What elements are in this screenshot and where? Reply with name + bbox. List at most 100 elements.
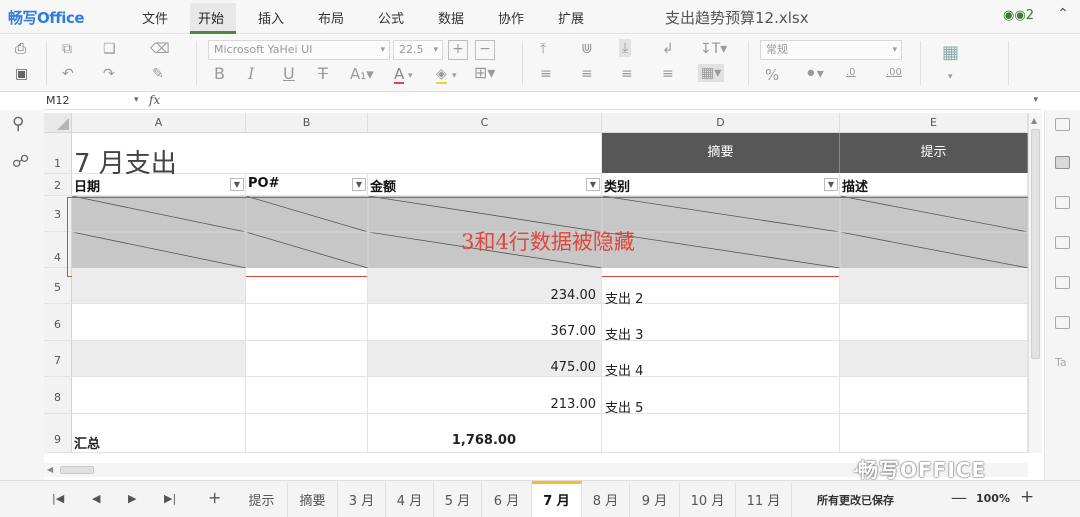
- filter-dropdown-icon[interactable]: ▼: [352, 178, 366, 191]
- row-header-6[interactable]: 6: [44, 304, 72, 341]
- sheet-tab-apr[interactable]: 4 月: [386, 481, 434, 517]
- first-sheet-icon[interactable]: |◀: [52, 492, 64, 505]
- align-left-icon[interactable]: ≡: [540, 66, 552, 82]
- column-header-b[interactable]: B: [246, 113, 368, 133]
- scroll-thumb[interactable]: [1031, 129, 1040, 359]
- cell-b5[interactable]: [246, 268, 368, 304]
- row-header-7[interactable]: 7: [44, 341, 72, 377]
- collapse-ribbon-icon[interactable]: ⌃: [1057, 6, 1069, 22]
- font-color-icon[interactable]: A: [394, 66, 405, 84]
- italic-icon[interactable]: I: [248, 66, 254, 82]
- cell-settings-icon[interactable]: [1055, 118, 1070, 131]
- clear-format-icon[interactable]: ⌫: [150, 41, 170, 57]
- cell-e6[interactable]: [840, 304, 1028, 341]
- sheet-tab-oct[interactable]: 10 月: [680, 481, 736, 517]
- align-center-icon[interactable]: ≡: [581, 66, 593, 82]
- chart-settings-icon[interactable]: [1055, 276, 1070, 289]
- column-header-a[interactable]: A: [72, 113, 246, 133]
- align-bottom-icon[interactable]: ⤓: [619, 39, 632, 57]
- currency-icon[interactable]: ⚫▾: [805, 66, 824, 82]
- undo-icon[interactable]: ↶: [62, 66, 74, 82]
- select-all-corner[interactable]: [44, 113, 72, 133]
- cell-b6[interactable]: [246, 304, 368, 341]
- font-name-select[interactable]: Microsoft YaHei UI ▾: [208, 40, 390, 60]
- redo-icon[interactable]: ↷: [103, 66, 115, 82]
- chevron-down-icon[interactable]: ▾: [134, 95, 139, 105]
- number-format-select[interactable]: 常规 ▾: [760, 40, 902, 60]
- underline-icon[interactable]: U: [283, 66, 295, 82]
- chevron-down-icon[interactable]: ▾: [408, 68, 413, 84]
- text-orientation-icon[interactable]: ↧T▾: [700, 41, 727, 57]
- scroll-thumb[interactable]: [60, 466, 94, 474]
- increase-font-button[interactable]: +: [448, 40, 468, 60]
- filter-dropdown-icon[interactable]: ▼: [824, 178, 838, 191]
- sheet-tab-may[interactable]: 5 月: [434, 481, 482, 517]
- sheet-tab-jun[interactable]: 6 月: [482, 481, 532, 517]
- search-icon[interactable]: ⚲: [12, 114, 24, 134]
- row-header-8[interactable]: 8: [44, 377, 72, 414]
- sheet-tab-jul[interactable]: 7 月: [532, 481, 582, 517]
- cell-e7[interactable]: [840, 341, 1028, 377]
- text-settings-icon[interactable]: [1055, 316, 1070, 329]
- sheet-tab-aug[interactable]: 8 月: [582, 481, 630, 517]
- function-icon[interactable]: fx: [149, 93, 160, 107]
- decrease-font-button[interactable]: −: [475, 40, 495, 60]
- table-style-icon[interactable]: ▦: [942, 44, 959, 62]
- filter-dropdown-icon[interactable]: ▼: [230, 178, 244, 191]
- cell-e5[interactable]: [840, 268, 1028, 304]
- add-sheet-button[interactable]: +: [208, 488, 221, 507]
- cell-a8[interactable]: [72, 377, 246, 414]
- summary-header-cell[interactable]: 摘要: [602, 133, 840, 173]
- scroll-up-icon[interactable]: ▲: [1031, 116, 1037, 125]
- print-icon[interactable]: ⎙: [15, 41, 26, 57]
- cell-a7[interactable]: [72, 341, 246, 377]
- cell-e9[interactable]: [840, 414, 1028, 453]
- percent-icon[interactable]: %: [765, 67, 779, 83]
- sheet-tab-mar[interactable]: 3 月: [338, 481, 386, 517]
- menu-file[interactable]: 文件: [142, 8, 168, 27]
- cell-d2[interactable]: [602, 174, 840, 196]
- chevron-down-icon[interactable]: ▾: [452, 68, 457, 84]
- decrease-decimal-icon[interactable]: .00: [886, 65, 902, 81]
- menu-data[interactable]: 数据: [438, 8, 464, 27]
- zoom-out-button[interactable]: —: [951, 488, 967, 507]
- cell-c2[interactable]: [368, 174, 602, 196]
- collaborators-button[interactable]: ◉◉2: [1003, 8, 1034, 23]
- column-header-d[interactable]: D: [602, 113, 840, 133]
- cell-a5[interactable]: [72, 268, 246, 304]
- paste-icon[interactable]: ❏: [103, 41, 116, 57]
- comment-icon[interactable]: ☍: [12, 152, 29, 172]
- align-middle-icon[interactable]: ⋓: [581, 41, 593, 57]
- format-painter-icon[interactable]: ✎: [152, 66, 164, 82]
- prev-sheet-icon[interactable]: ◀: [92, 492, 100, 505]
- cell-reference-box[interactable]: M12: [46, 94, 70, 107]
- filter-dropdown-icon[interactable]: ▼: [586, 178, 600, 191]
- subscript-icon[interactable]: A₁▾: [350, 66, 374, 82]
- textart-settings-icon[interactable]: Ta: [1055, 356, 1067, 369]
- vertical-scrollbar[interactable]: ▲: [1028, 113, 1042, 453]
- wrap-text-icon[interactable]: ↲: [662, 41, 674, 57]
- cell-a6[interactable]: [72, 304, 246, 341]
- menu-extend[interactable]: 扩展: [558, 8, 584, 27]
- bold-icon[interactable]: B: [214, 66, 225, 82]
- cell-d9[interactable]: [602, 414, 840, 453]
- cell-e2[interactable]: [840, 174, 1028, 196]
- cell-b7[interactable]: [246, 341, 368, 377]
- menu-collaborate[interactable]: 协作: [498, 8, 524, 27]
- cell-b8[interactable]: [246, 377, 368, 414]
- column-header-e[interactable]: E: [840, 113, 1028, 133]
- row-header-9[interactable]: 9: [44, 414, 72, 453]
- menu-home[interactable]: 开始: [198, 8, 224, 27]
- cell-b9[interactable]: [246, 414, 368, 453]
- last-sheet-icon[interactable]: ▶|: [164, 492, 176, 505]
- zoom-in-button[interactable]: +: [1020, 487, 1034, 507]
- row-header-2[interactable]: 2: [44, 174, 72, 196]
- zoom-level[interactable]: 100%: [976, 492, 1010, 505]
- sheet-tab-sep[interactable]: 9 月: [630, 481, 680, 517]
- justify-icon[interactable]: ≡: [662, 66, 674, 82]
- image-settings-icon[interactable]: [1055, 236, 1070, 249]
- sheet-tab-summary[interactable]: 摘要: [288, 481, 338, 517]
- menu-formula[interactable]: 公式: [378, 8, 404, 27]
- hint-header-cell[interactable]: 提示: [840, 133, 1028, 173]
- fill-color-icon[interactable]: ◈: [436, 66, 447, 84]
